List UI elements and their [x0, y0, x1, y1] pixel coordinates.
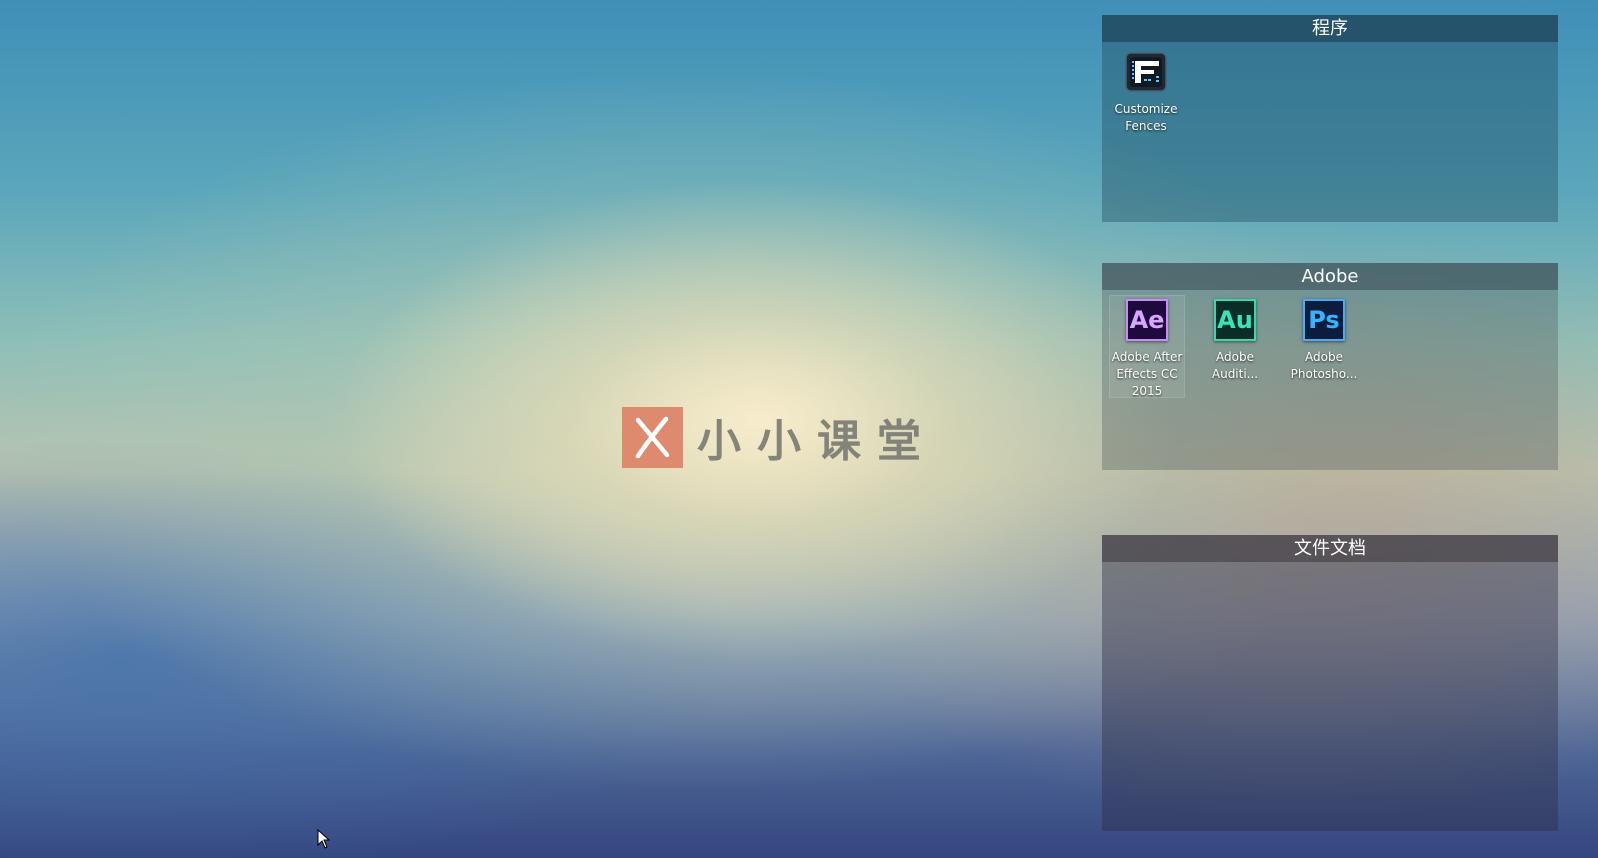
icon-label-line: Customize: [1114, 102, 1178, 116]
fence-title[interactable]: 文件文档: [1102, 535, 1558, 562]
app-abbreviation: Ae: [1126, 299, 1168, 341]
audition-icon: Au: [1213, 299, 1257, 343]
fences-app-icon: [1124, 51, 1168, 95]
watermark-logo-icon: [622, 406, 683, 468]
fence-adobe[interactable]: Adobe Ae Adobe After Effects CC 2015 Au …: [1102, 263, 1558, 470]
desktop-icon-after-effects[interactable]: Ae Adobe After Effects CC 2015: [1109, 295, 1185, 400]
after-effects-icon: Ae: [1125, 299, 1169, 343]
watermark: 小小课堂: [622, 405, 937, 469]
icon-label: Adobe Auditi...: [1198, 349, 1272, 383]
icon-label-line: Fences: [1125, 119, 1167, 133]
app-abbreviation: Ps: [1303, 299, 1345, 341]
mouse-cursor-icon: [317, 828, 331, 854]
icon-label: Customize Fences: [1109, 101, 1183, 135]
fence-documents[interactable]: 文件文档: [1102, 535, 1558, 831]
fence-title[interactable]: 程序: [1102, 15, 1558, 42]
app-abbreviation: Au: [1214, 299, 1256, 341]
icon-label: Adobe After Effects CC 2015: [1110, 349, 1184, 400]
icon-label-line: 2015: [1131, 384, 1163, 398]
watermark-text: 小小课堂: [697, 416, 937, 467]
icon-label-line: Adobe: [1305, 350, 1343, 364]
photoshop-icon: Ps: [1302, 299, 1346, 343]
desktop-icon-photoshop[interactable]: Ps Adobe Photosho...: [1287, 296, 1361, 383]
fence-title[interactable]: Adobe: [1102, 263, 1558, 290]
icon-label-line: Photosho...: [1290, 367, 1358, 381]
icon-label-line: Auditi...: [1211, 367, 1259, 381]
icon-label-line: Adobe: [1216, 350, 1254, 364]
icon-label: Adobe Photosho...: [1287, 349, 1361, 383]
desktop-icon-audition[interactable]: Au Adobe Auditi...: [1198, 296, 1272, 383]
fence-programs[interactable]: 程序 Customize Fences: [1102, 15, 1558, 222]
desktop-background[interactable]: 小小课堂 程序 Customize Fences Adobe Ae Adobe …: [0, 0, 1598, 858]
desktop-icon-customize-fences[interactable]: Customize Fences: [1109, 48, 1183, 135]
icon-label-line: Adobe After: [1111, 350, 1183, 364]
icon-label-line: Effects CC: [1116, 367, 1178, 381]
